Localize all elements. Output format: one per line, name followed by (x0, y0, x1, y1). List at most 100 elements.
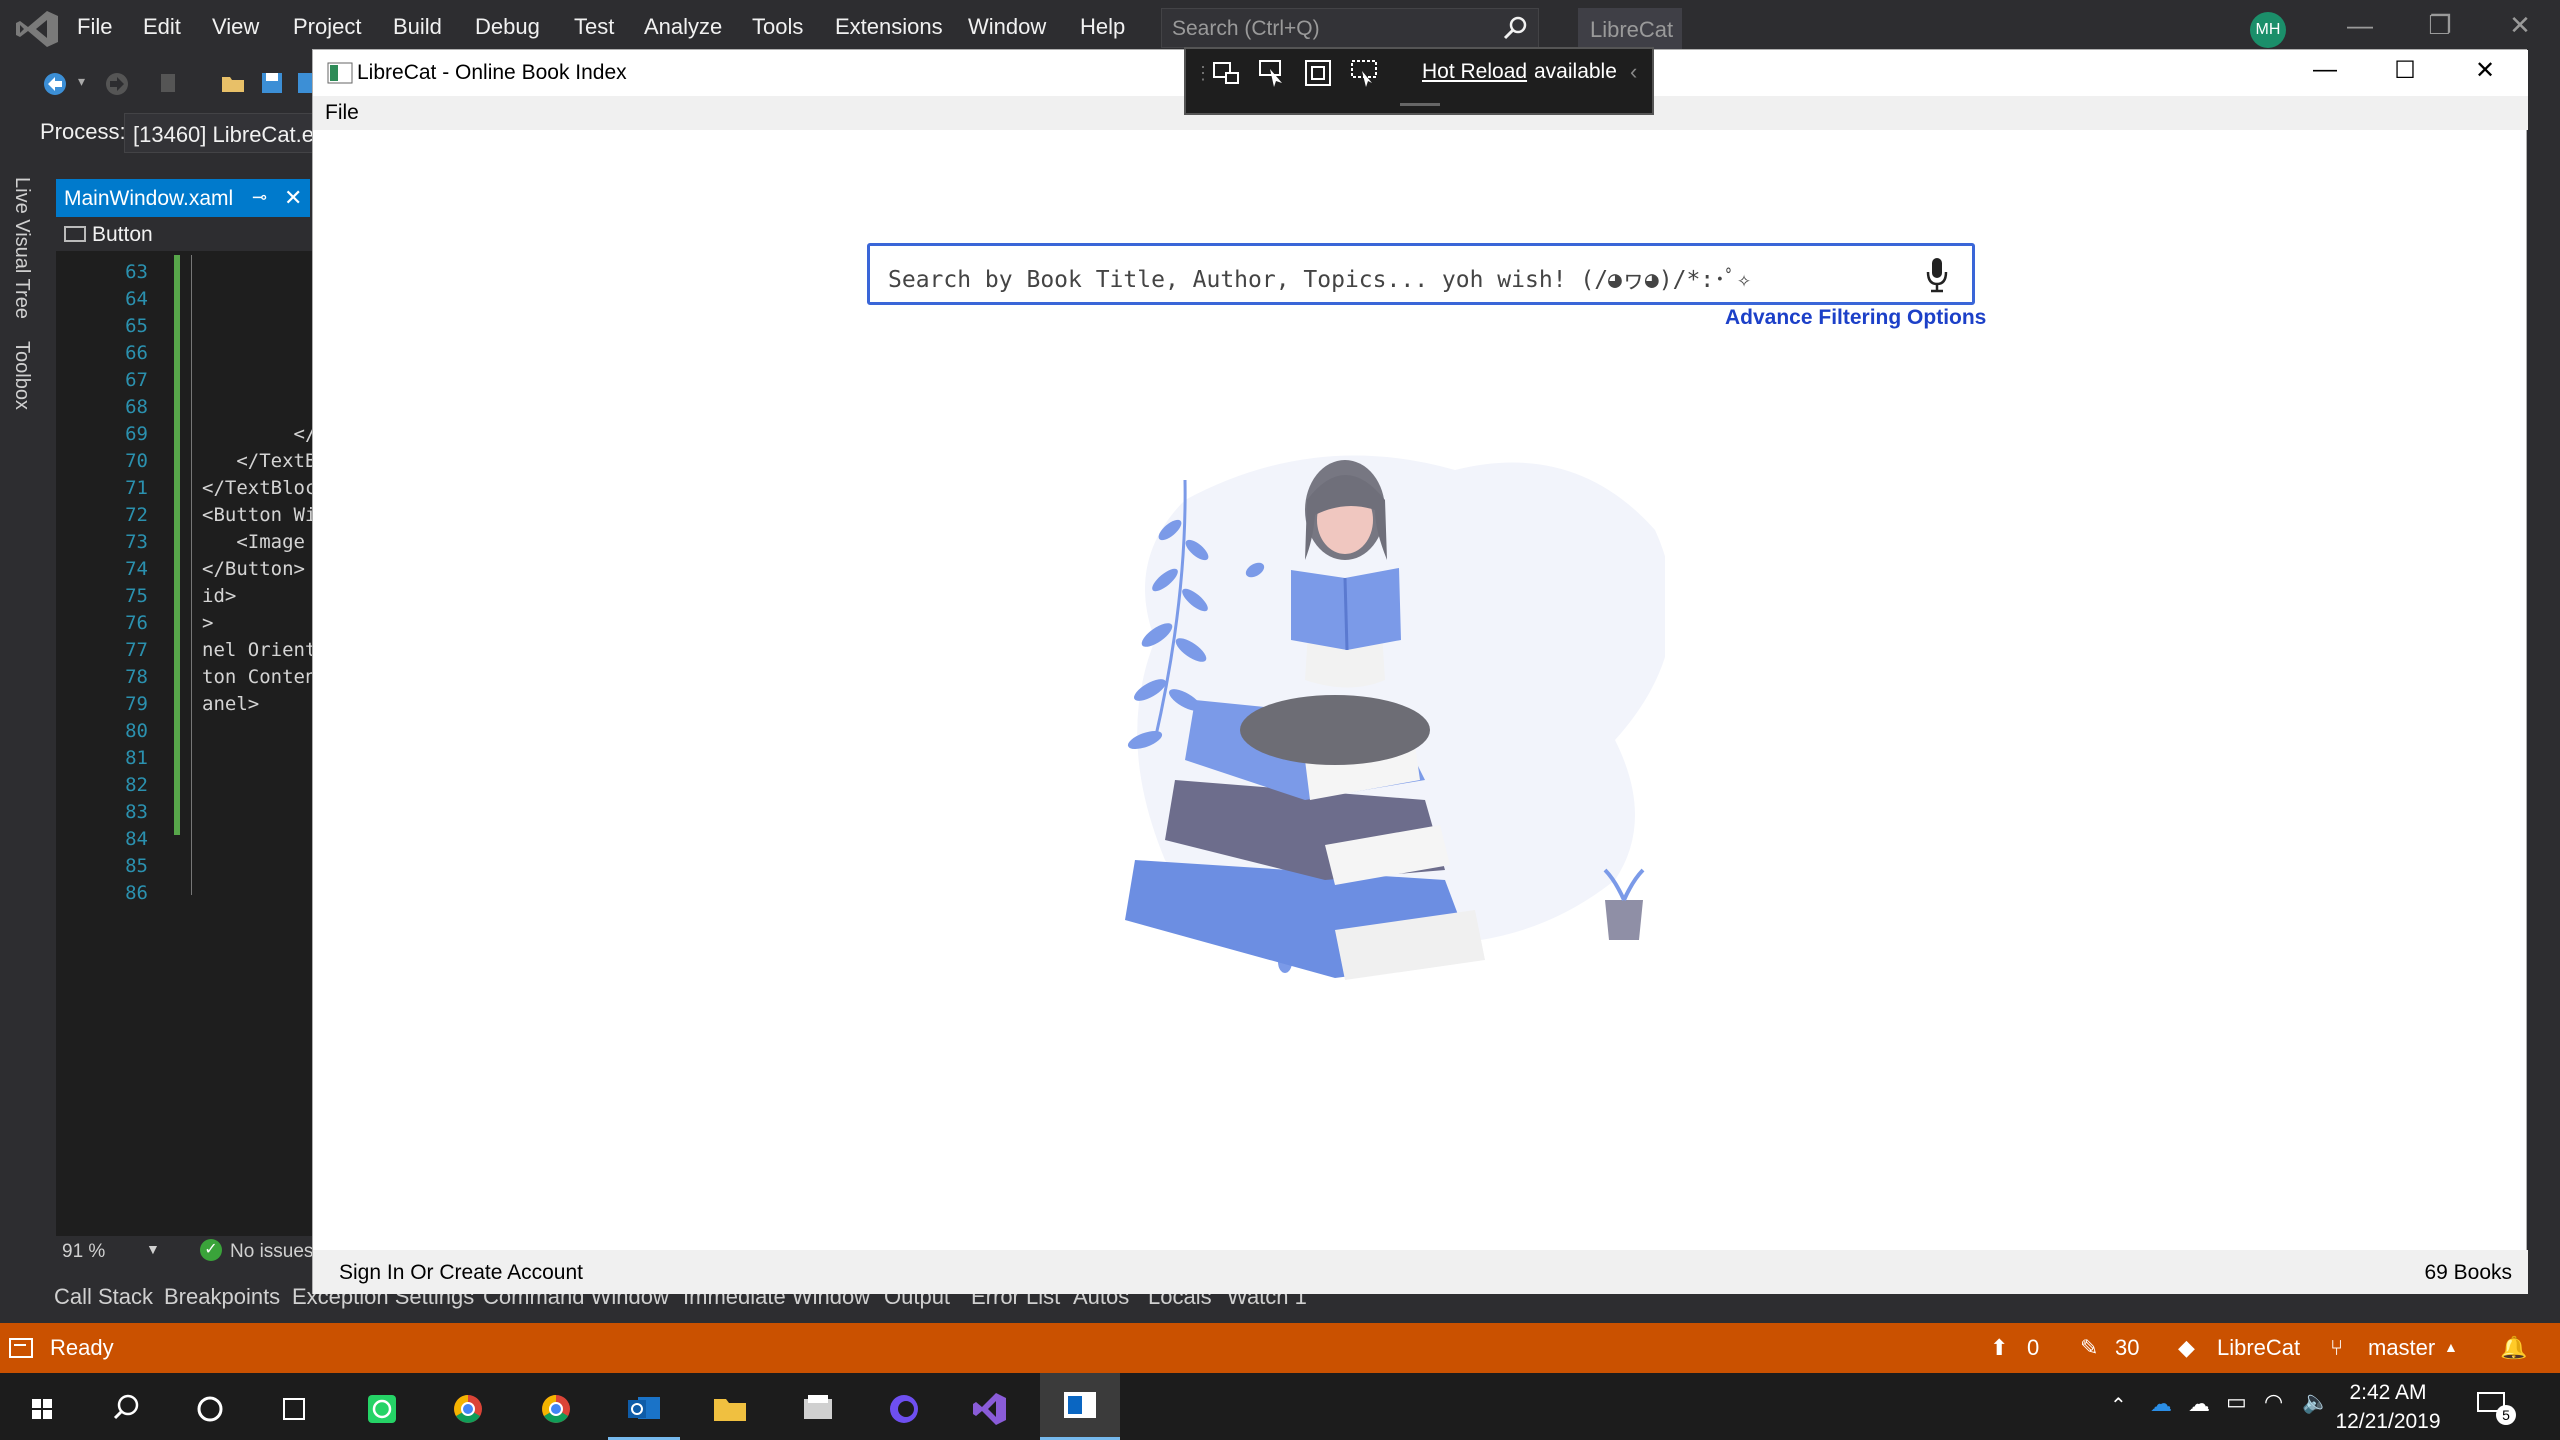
menu-debug[interactable]: Debug (475, 14, 540, 40)
collapse-chevron-left-icon[interactable]: ‹ (1630, 59, 1637, 85)
line-number: 83 (125, 801, 148, 823)
line-number: 80 (125, 720, 148, 742)
code-line[interactable]: <Button Wi (202, 504, 316, 526)
code-line[interactable]: ton Conten (202, 666, 316, 688)
task-view-icon[interactable] (258, 1381, 330, 1437)
new-project-icon[interactable] (158, 71, 182, 95)
track-focused-element-icon[interactable] (1348, 57, 1380, 89)
live-visual-tree-tab[interactable]: Live Visual Tree (10, 177, 33, 319)
branch-chevron-up-icon[interactable]: ▲ (2444, 1339, 2458, 1355)
code-line[interactable]: anel> (202, 693, 259, 715)
menu-project[interactable]: Project (293, 14, 361, 40)
onedrive-icon[interactable]: ☁ (2150, 1391, 2172, 1417)
whatsapp-icon[interactable] (346, 1381, 418, 1437)
clock-time[interactable]: 2:42 AM (2328, 1381, 2448, 1405)
menu-edit[interactable]: Edit (143, 14, 181, 40)
hot-reload-link[interactable]: Hot Reload (1422, 60, 1527, 84)
code-editor[interactable]: 63 64 65 66 67 68 69 </S 70 </TextB 71 </TextBloc… (56, 251, 320, 1236)
pencil-icon[interactable]: ✎ (2080, 1335, 2098, 1361)
forward-arrow-icon[interactable] (104, 71, 130, 97)
close-icon[interactable]: ✕ (2490, 10, 2550, 46)
process-dropdown[interactable]: [13460] LibreCat.exe (124, 113, 324, 153)
file-explorer-icon[interactable] (694, 1381, 766, 1437)
code-line[interactable]: </Button> (202, 558, 305, 580)
minimize-icon[interactable]: — (2330, 10, 2390, 46)
app-minimize-icon[interactable]: — (2285, 56, 2365, 92)
code-line[interactable]: id> (202, 585, 236, 607)
toolbox-tab[interactable]: Toolbox (10, 341, 33, 410)
code-line[interactable]: </TextB (202, 450, 316, 472)
code-line[interactable]: > (202, 612, 213, 634)
menu-test[interactable]: Test (574, 14, 614, 40)
printer-app-icon[interactable] (782, 1381, 854, 1437)
menu-tools[interactable]: Tools (752, 14, 803, 40)
firefox-icon[interactable] (868, 1381, 940, 1437)
search-icon[interactable] (90, 1381, 162, 1437)
restore-icon[interactable]: ❐ (2410, 10, 2470, 46)
windows-start-icon[interactable] (6, 1381, 78, 1437)
drag-handle[interactable] (1400, 103, 1440, 106)
menu-window[interactable]: Window (968, 14, 1046, 40)
app-menu-file[interactable]: File (325, 101, 359, 125)
navigation-bar[interactable]: Button (56, 217, 320, 251)
repo-icon[interactable]: ◆ (2178, 1335, 2195, 1361)
select-element-icon[interactable] (1256, 57, 1288, 89)
zoom-chevron-down-icon[interactable]: ▼ (146, 1241, 160, 1257)
sign-in-link[interactable]: Sign In Or Create Account (339, 1261, 583, 1285)
line-number: 65 (125, 315, 148, 337)
app-maximize-icon[interactable]: ☐ (2365, 56, 2445, 92)
code-line[interactable]: </TextBlock (202, 477, 320, 499)
output-icon[interactable] (8, 1336, 34, 1360)
volume-icon[interactable]: 🔈 (2302, 1389, 2329, 1415)
action-center-icon[interactable]: 5 (2474, 1387, 2516, 1427)
clock-date[interactable]: 12/21/2019 (2328, 1410, 2448, 1434)
save-icon[interactable] (260, 71, 284, 95)
go-to-live-visual-tree-icon[interactable] (1210, 57, 1242, 89)
arrow-up-icon[interactable]: ⬆ (1990, 1335, 2008, 1361)
zoom-level[interactable]: 91 % (62, 1241, 105, 1263)
branch-icon[interactable]: ⑂ (2330, 1335, 2343, 1361)
menu-build[interactable]: Build (393, 14, 442, 40)
code-line[interactable]: <Image (202, 531, 305, 553)
tray-chevron-up-icon[interactable]: ⌃ (2110, 1393, 2127, 1418)
chrome-profile-icon[interactable] (432, 1381, 504, 1437)
wifi-icon[interactable]: ◠ (2264, 1389, 2283, 1415)
unpushed-count[interactable]: 0 (2027, 1335, 2039, 1361)
advanced-filtering-link[interactable]: Advance Filtering Options (1725, 306, 1986, 330)
issues-status[interactable]: No issues (230, 1241, 313, 1263)
vs-search-input[interactable]: Search (Ctrl+Q) (1161, 8, 1539, 48)
document-tab[interactable]: MainWindow.xaml ⊸ ✕ (56, 179, 310, 217)
back-arrow-icon[interactable] (42, 71, 68, 97)
pin-icon[interactable]: ⊸ (252, 187, 267, 208)
line-number: 72 (125, 504, 148, 526)
librecat-taskbar-button[interactable] (1040, 1373, 1120, 1440)
display-layout-adorners-icon[interactable] (1302, 57, 1334, 89)
branch-name[interactable]: master (2368, 1335, 2435, 1361)
menu-view[interactable]: View (212, 14, 259, 40)
tab-breakpoints[interactable]: Breakpoints (164, 1284, 280, 1310)
close-tab-icon[interactable]: ✕ (284, 185, 302, 211)
notification-bell-icon[interactable]: 🔔 (2500, 1335, 2527, 1361)
pending-changes-count[interactable]: 30 (2115, 1335, 2139, 1361)
microphone-icon[interactable] (1924, 256, 1950, 294)
tab-call-stack[interactable]: Call Stack (54, 1284, 153, 1310)
chrome-icon[interactable] (520, 1381, 592, 1437)
outlook-icon[interactable] (608, 1381, 680, 1437)
battery-icon[interactable]: ▭ (2226, 1389, 2247, 1415)
menu-help[interactable]: Help (1080, 14, 1125, 40)
book-search-input[interactable]: Search by Book Title, Author, Topics... … (867, 243, 1975, 305)
chevron-down-icon[interactable]: ▾ (78, 73, 85, 90)
cortana-icon[interactable] (174, 1381, 246, 1437)
visual-studio-taskbar-icon[interactable] (954, 1381, 1026, 1437)
open-folder-icon[interactable] (220, 71, 246, 95)
cloud-sync-icon[interactable]: ☁ (2188, 1391, 2210, 1417)
avatar[interactable]: MH (2250, 12, 2286, 48)
code-line[interactable]: </S (202, 423, 321, 445)
menu-analyze[interactable]: Analyze (644, 14, 722, 40)
visual-studio-logo-icon[interactable] (14, 9, 60, 49)
menu-extensions[interactable]: Extensions (835, 14, 943, 40)
app-close-icon[interactable]: ✕ (2445, 56, 2525, 92)
menu-file[interactable]: File (77, 14, 112, 40)
code-line[interactable]: nel Orient (202, 639, 316, 661)
repository-name[interactable]: LibreCat (2217, 1335, 2300, 1361)
